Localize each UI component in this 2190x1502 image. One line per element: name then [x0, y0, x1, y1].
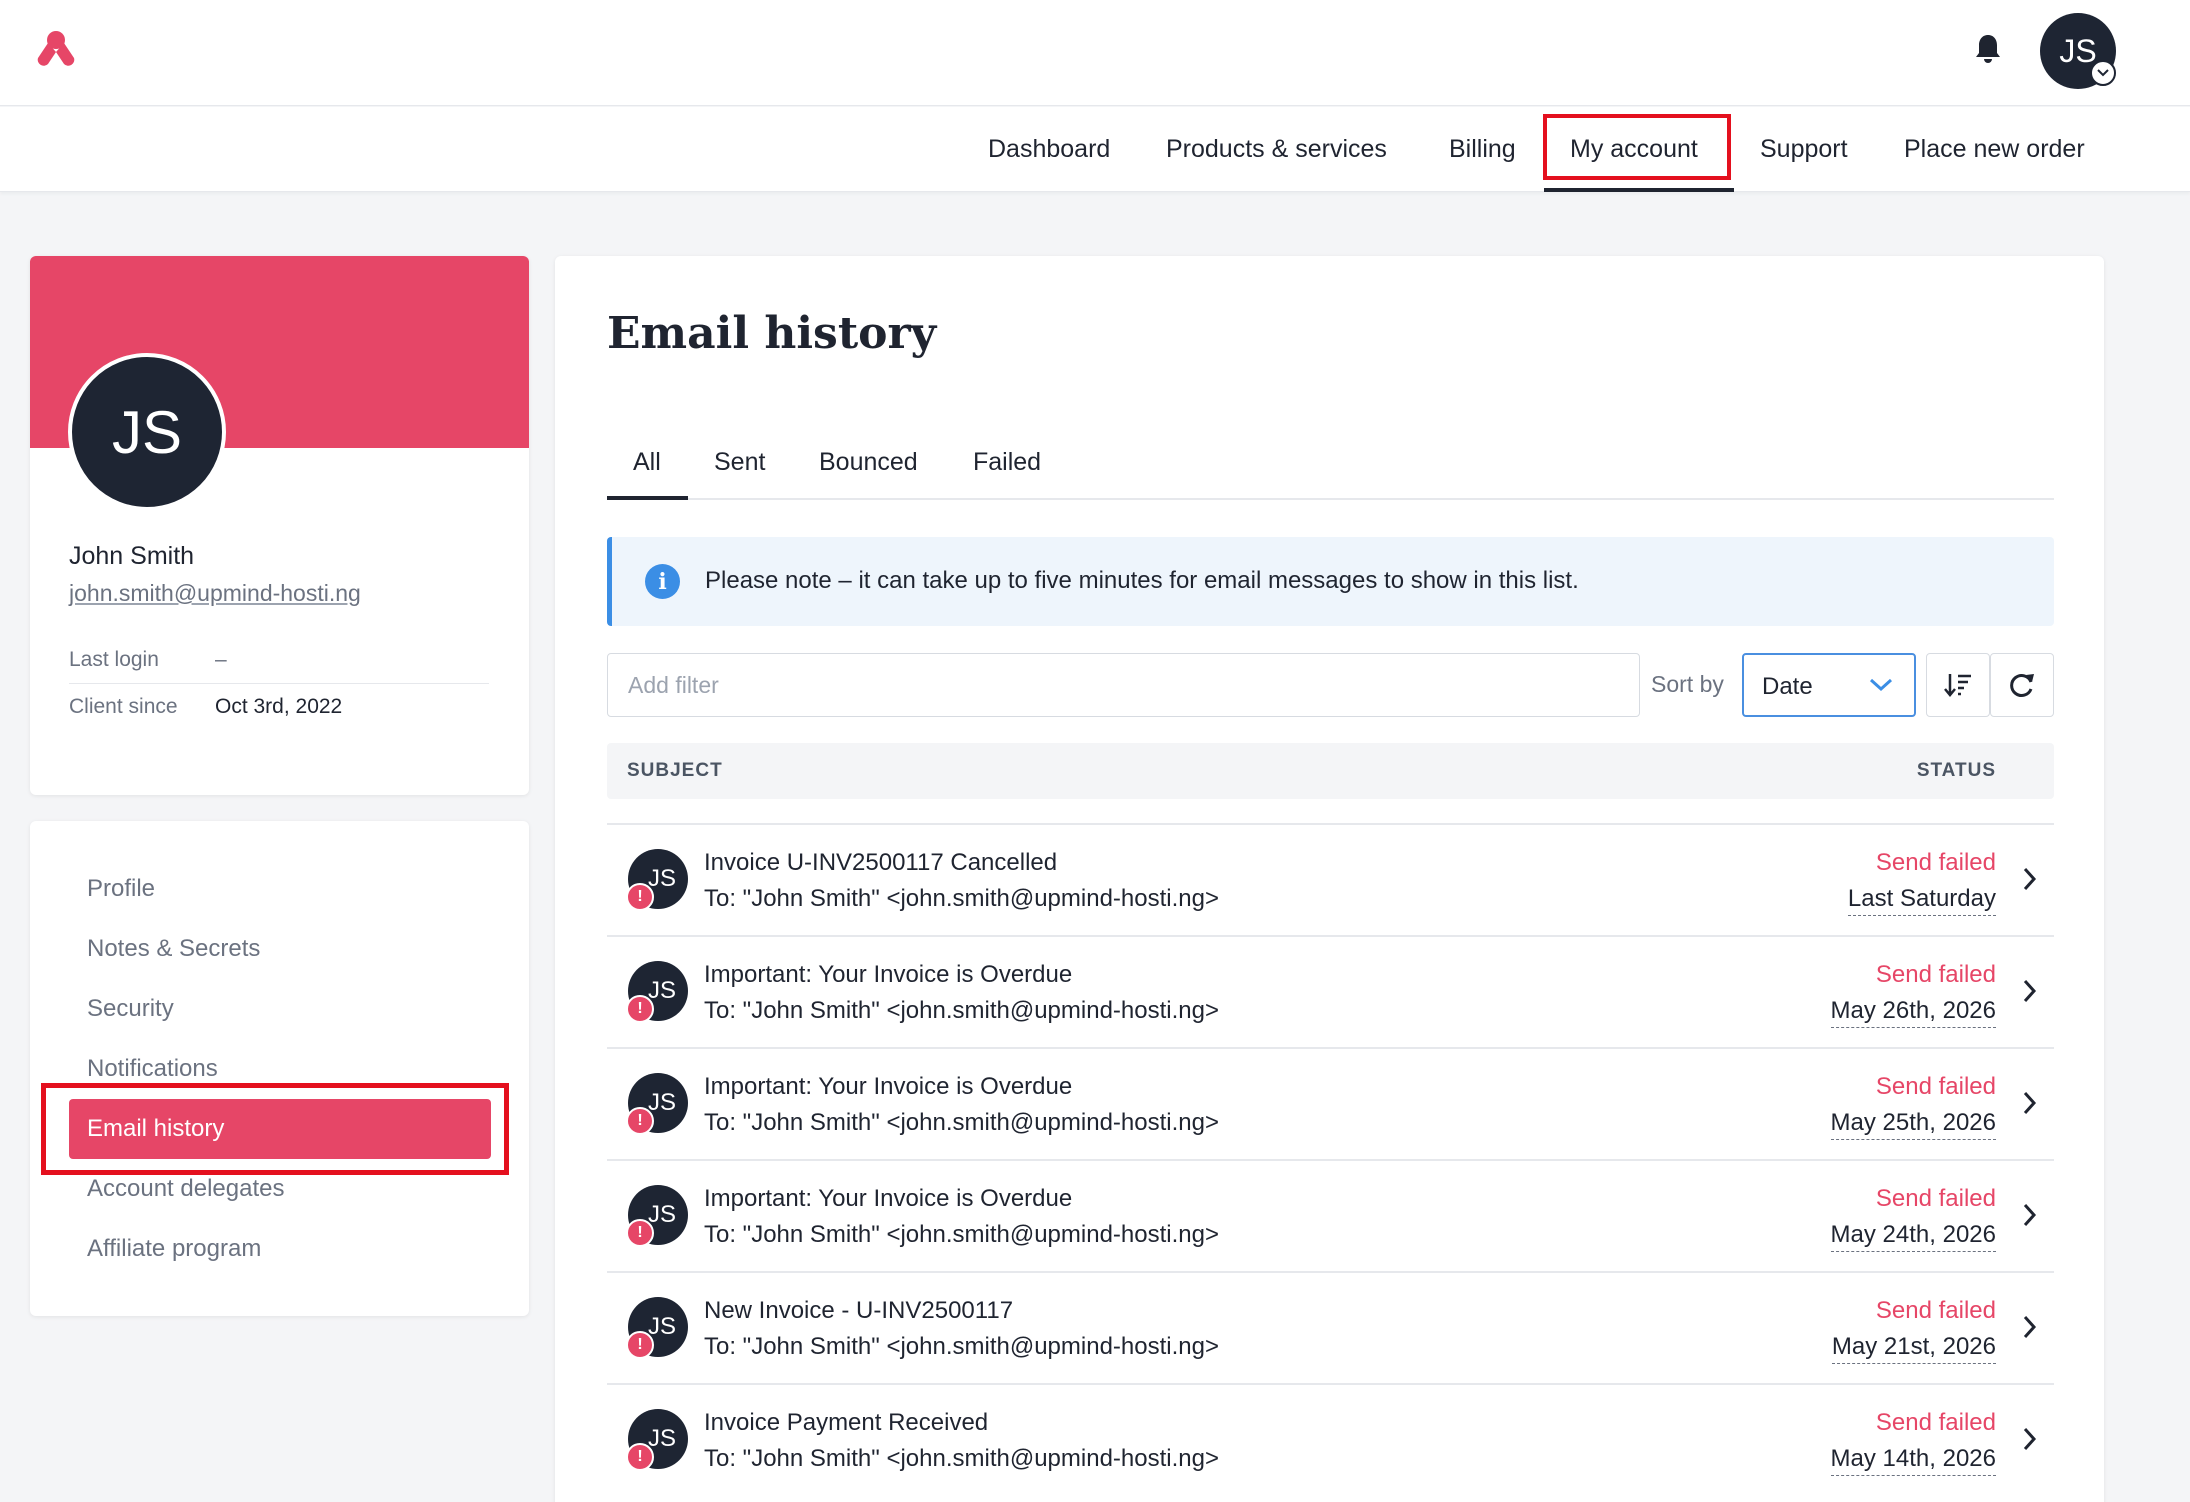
- table-row[interactable]: JS! Invoice U-INV2500117 Cancelled To: "Jo…: [607, 823, 2054, 935]
- email-recipient: To: "John Smith" <john.smith@upmind-host…: [704, 1333, 1219, 1360]
- table-row[interactable]: JS! Invoice Payment Received To: "John Smi…: [607, 1383, 2054, 1495]
- info-notice: i Please note – it can take up to five m…: [607, 537, 2054, 626]
- tab-sent[interactable]: Sent: [714, 424, 765, 500]
- refresh-icon: [2010, 674, 2034, 697]
- chevron-down-icon: [1869, 678, 1893, 692]
- table-row[interactable]: JS! Important: Your Invoice is Overdue To:…: [607, 935, 2054, 1047]
- alert-icon: !: [626, 1443, 654, 1471]
- last-login-label: Last login: [69, 648, 159, 671]
- chevron-right-icon[interactable]: [2020, 1089, 2040, 1117]
- menu-item-account-delegates[interactable]: Account delegates: [87, 1175, 284, 1203]
- sort-by-label: Sort by: [1651, 671, 1724, 697]
- email-date: May 26th, 2026: [1830, 997, 1996, 1028]
- info-icon: i: [645, 564, 680, 599]
- nav-products-services[interactable]: Products & services: [1166, 107, 1387, 192]
- email-recipient: To: "John Smith" <john.smith@upmind-host…: [704, 997, 1219, 1024]
- alert-icon: !: [626, 1219, 654, 1247]
- profile-name: John Smith: [69, 542, 195, 570]
- menu-item-notes-secrets[interactable]: Notes & Secrets: [87, 935, 260, 963]
- chevron-right-icon[interactable]: [2020, 1425, 2040, 1453]
- chevron-down-icon[interactable]: [2090, 60, 2116, 86]
- email-recipient: To: "John Smith" <john.smith@upmind-host…: [704, 1221, 1219, 1248]
- email-date: May 21st, 2026: [1831, 1333, 1996, 1364]
- email-subject: Important: Your Invoice is Overdue: [704, 961, 1073, 988]
- tab-failed[interactable]: Failed: [973, 424, 1041, 500]
- client-since-value: Oct 3rd, 2022: [215, 695, 343, 718]
- nav-dashboard[interactable]: Dashboard: [988, 107, 1110, 192]
- chevron-right-icon[interactable]: [2020, 1201, 2040, 1229]
- menu-item-security[interactable]: Security: [87, 995, 174, 1023]
- email-date: May 24th, 2026: [1830, 1221, 1996, 1252]
- sort-desc-icon: [1944, 674, 1971, 697]
- client-since-label: Client since: [69, 695, 178, 718]
- status-text: Send failed: [1875, 1297, 1996, 1324]
- nav-place-new-order[interactable]: Place new order: [1904, 107, 2085, 192]
- alert-icon: !: [626, 1107, 654, 1135]
- bell-icon[interactable]: [1972, 32, 2004, 66]
- email-subject: Invoice U-INV2500117 Cancelled: [704, 849, 1058, 876]
- email-date: May 14th, 2026: [1830, 1445, 1996, 1476]
- filter-input[interactable]: [607, 653, 1640, 717]
- alert-icon: !: [626, 883, 654, 911]
- alert-icon: !: [626, 1331, 654, 1359]
- email-subject: Invoice Payment Received: [704, 1409, 989, 1436]
- highlight-box: [41, 1083, 509, 1175]
- email-recipient: To: "John Smith" <john.smith@upmind-host…: [704, 1109, 1219, 1136]
- status-text: Send failed: [1875, 961, 1996, 988]
- status-text: Send failed: [1875, 1073, 1996, 1100]
- menu-item-notifications[interactable]: Notifications: [87, 1055, 218, 1083]
- email-tabs: All Sent Bounced Failed: [607, 424, 2054, 500]
- table-row[interactable]: JS! New Invoice - U-INV2500117 To: "John S…: [607, 1271, 2054, 1383]
- table-row[interactable]: JS! Important: Your Invoice is Overdue To:…: [607, 1047, 2054, 1159]
- last-login-value: –: [215, 648, 227, 671]
- page-title: Email history: [607, 308, 937, 359]
- email-history-panel: Email history All Sent Bounced Failed i …: [555, 256, 2104, 1502]
- profile-avatar: JS: [68, 353, 226, 511]
- sort-direction-button[interactable]: [1926, 653, 1990, 717]
- menu-item-affiliate-program[interactable]: Affiliate program: [87, 1235, 261, 1263]
- status-text: Send failed: [1875, 1409, 1996, 1436]
- status-text: Send failed: [1875, 849, 1996, 876]
- column-subject: SUBJECT: [627, 760, 723, 781]
- tab-bounced[interactable]: Bounced: [819, 424, 918, 500]
- main-nav: Dashboard Products & services Billing My…: [0, 107, 2190, 192]
- highlight-box: [1543, 114, 1731, 180]
- email-date: Last Saturday: [1847, 885, 1996, 916]
- nav-support[interactable]: Support: [1760, 107, 1848, 192]
- chevron-right-icon[interactable]: [2020, 865, 2040, 893]
- table-header: SUBJECT STATUS: [607, 743, 2054, 799]
- profile-email[interactable]: john.smith@upmind-hosti.ng: [69, 580, 361, 607]
- chevron-right-icon[interactable]: [2020, 977, 2040, 1005]
- column-status: STATUS: [1916, 760, 1996, 781]
- nav-active-indicator: [1544, 188, 1734, 192]
- nav-billing[interactable]: Billing: [1449, 107, 1516, 192]
- upmind-logo-icon[interactable]: [34, 30, 78, 66]
- email-subject: New Invoice - U-INV2500117: [704, 1297, 1014, 1324]
- account-menu: Profile Notes & Secrets Security Notific…: [30, 821, 529, 1316]
- menu-item-profile[interactable]: Profile: [87, 875, 155, 903]
- email-recipient: To: "John Smith" <john.smith@upmind-host…: [704, 1445, 1219, 1472]
- tab-active-indicator: [607, 496, 688, 500]
- refresh-button[interactable]: [1990, 653, 2054, 717]
- email-date: May 25th, 2026: [1830, 1109, 1996, 1140]
- email-list: JS! Invoice U-INV2500117 Cancelled To: "Jo…: [607, 823, 2054, 1495]
- tab-all[interactable]: All: [633, 424, 661, 500]
- table-row[interactable]: JS! Important: Your Invoice is Overdue To:…: [607, 1159, 2054, 1271]
- sort-select[interactable]: Date: [1742, 653, 1916, 717]
- status-text: Send failed: [1875, 1185, 1996, 1212]
- chevron-right-icon[interactable]: [2020, 1313, 2040, 1341]
- email-recipient: To: "John Smith" <john.smith@upmind-host…: [704, 885, 1219, 912]
- divider: [69, 683, 489, 684]
- email-subject: Important: Your Invoice is Overdue: [704, 1185, 1073, 1212]
- sort-select-value: Date: [1762, 673, 1813, 700]
- alert-icon: !: [626, 995, 654, 1023]
- email-subject: Important: Your Invoice is Overdue: [704, 1073, 1073, 1100]
- profile-card: JS John Smith john.smith@upmind-hosti.ng…: [30, 256, 529, 795]
- top-bar: JS: [0, 0, 2190, 106]
- notice-text: Please note – it can take up to five min…: [705, 567, 1579, 594]
